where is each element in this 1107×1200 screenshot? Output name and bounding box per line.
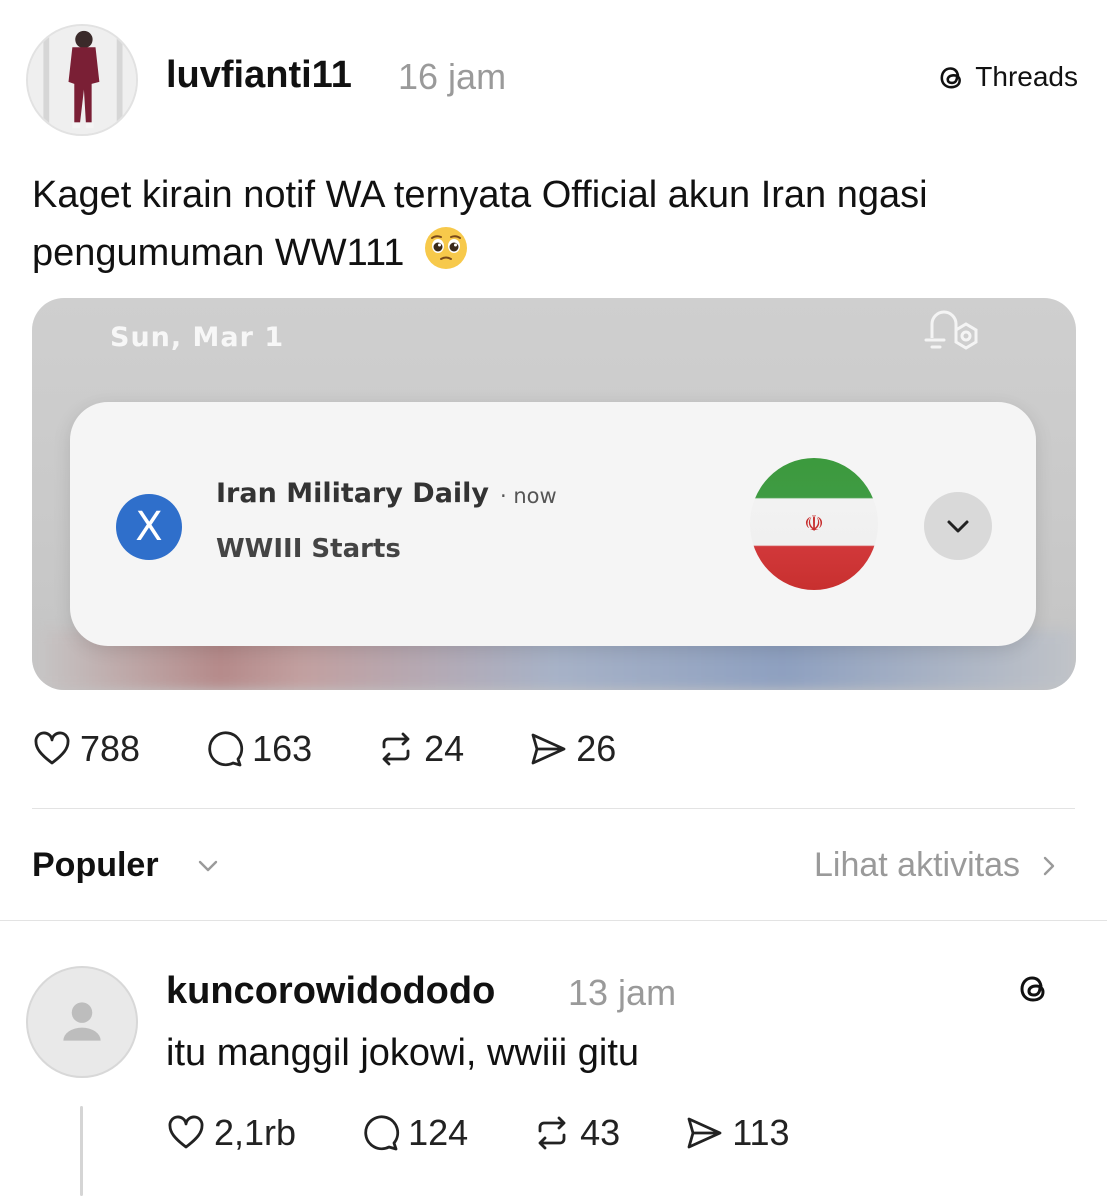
reply-actions: 2,1rb 124 43 113 [166, 1112, 854, 1154]
sort-row: Populer Lihat aktivitas [32, 846, 1076, 890]
reply-item: kuncorowidododo 13 jam itu manggil jokow… [26, 966, 1086, 1196]
post-text: Kaget kirain notif WA ternyata Official … [32, 166, 1072, 282]
notification-card[interactable]: X Iran Military Daily · now WWIII Starts… [70, 402, 1036, 646]
repost-icon [538, 1116, 566, 1150]
comment-icon [208, 731, 244, 767]
lock-screen-date: Sun, Mar 1 [110, 322, 285, 353]
comment-count: 124 [408, 1112, 469, 1153]
pleading-face-icon [425, 227, 467, 269]
threads-icon [940, 67, 962, 89]
comment-icon [364, 1115, 400, 1151]
iran-flag-icon: ☫ [750, 458, 878, 590]
threads-label: Threads [975, 61, 1078, 92]
share-button[interactable]: 113 [684, 1112, 790, 1154]
post-header: luvfianti11 16 jam Threads [26, 24, 1086, 136]
default-avatar-icon [63, 1002, 101, 1041]
x-logo-icon: X [116, 494, 182, 560]
comment-count: 163 [252, 728, 313, 769]
repost-count: 43 [580, 1112, 621, 1153]
flag-emblem: ☫ [804, 511, 824, 536]
share-count: 113 [732, 1112, 790, 1153]
notification-separator: · [500, 484, 507, 508]
repost-icon [382, 732, 410, 766]
post-username[interactable]: luvfianti11 [166, 54, 352, 97]
notification-settings-icon [924, 310, 978, 350]
reply-text: itu manggil jokowi, wwiii gitu [166, 1032, 640, 1074]
post-body: Kaget kirain notif WA ternyata Official … [32, 174, 928, 274]
threads-badge[interactable]: Threads [935, 60, 1078, 94]
expand-notification-button[interactable] [924, 492, 992, 560]
heart-icon [168, 1115, 204, 1149]
divider [0, 920, 1107, 921]
like-button[interactable]: 2,1rb [166, 1112, 296, 1154]
avatar[interactable] [26, 24, 138, 136]
x-logo-glyph: X [135, 504, 163, 550]
send-icon [531, 733, 566, 765]
like-count: 788 [80, 728, 141, 769]
divider [32, 808, 1075, 809]
notification-body: WWIII Starts [216, 534, 401, 564]
reply-username[interactable]: kuncorowidododo [166, 970, 495, 1013]
heart-icon [34, 731, 70, 765]
comment-button[interactable]: 124 [360, 1112, 468, 1154]
chevron-down-icon [947, 520, 969, 533]
post-image[interactable]: Sun, Mar 1 X Iran Military Daily · now W… [32, 298, 1076, 690]
avatar-photo [28, 26, 136, 134]
sort-dropdown[interactable]: Populer [32, 846, 159, 885]
share-button[interactable]: 26 [528, 728, 616, 770]
threads-icon[interactable] [1014, 968, 1054, 1008]
send-icon [687, 1117, 722, 1149]
like-count: 2,1rb [214, 1112, 297, 1153]
post-time: 16 jam [398, 56, 507, 97]
chevron-right-icon [1043, 856, 1055, 875]
repost-button[interactable]: 24 [376, 728, 464, 770]
notification-time: · now [500, 484, 557, 508]
avatar[interactable] [26, 966, 138, 1078]
view-activity-label: Lihat aktivitas [814, 846, 1020, 884]
notification-title: Iran Military Daily [216, 478, 490, 509]
share-count: 26 [576, 728, 617, 769]
reply-time: 13 jam [568, 972, 677, 1013]
view-activity-link[interactable]: Lihat aktivitas [814, 846, 1060, 885]
notification-time-value: now [513, 484, 557, 508]
repost-count: 24 [424, 728, 465, 769]
repost-button[interactable]: 43 [532, 1112, 620, 1154]
chevron-down-icon[interactable] [194, 852, 222, 880]
thread-line [80, 1106, 83, 1196]
post-actions: 788 163 24 26 [32, 728, 680, 770]
comment-button[interactable]: 163 [204, 728, 312, 770]
like-button[interactable]: 788 [32, 728, 140, 770]
